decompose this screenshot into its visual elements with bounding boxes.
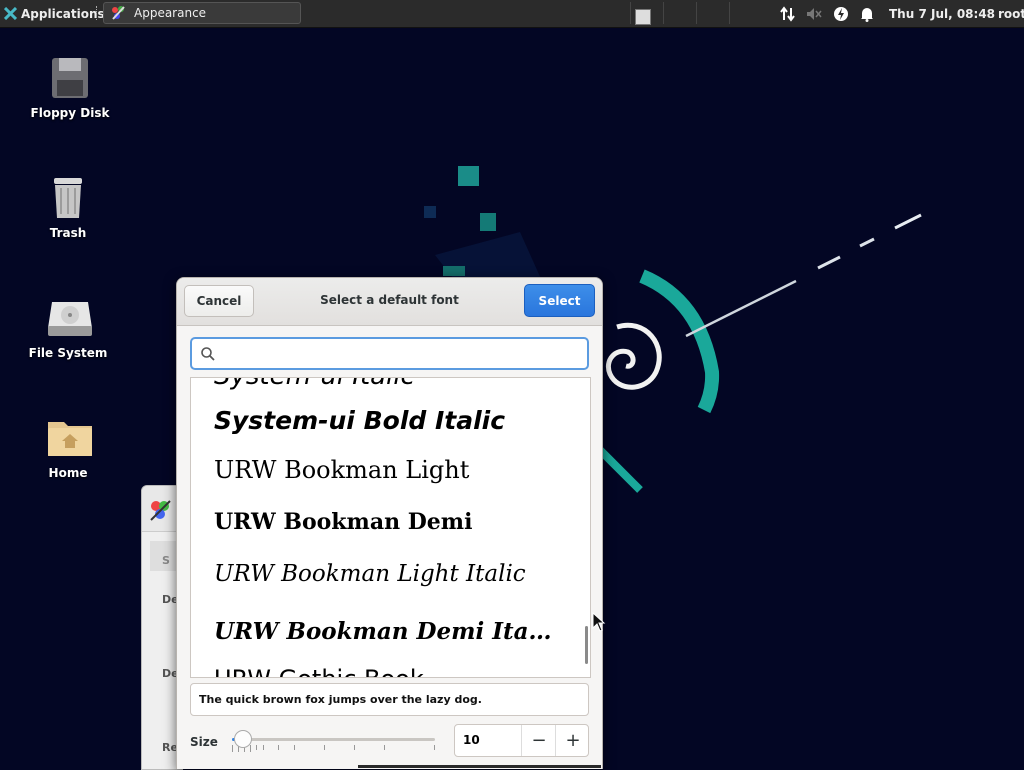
size-slider-track[interactable] bbox=[232, 738, 435, 741]
font-chooser-dialog: Cancel Select a default font Select Syst… bbox=[176, 277, 603, 769]
select-button[interactable]: Select bbox=[524, 284, 595, 317]
workspace-4[interactable] bbox=[729, 2, 762, 24]
workspace-1[interactable] bbox=[630, 2, 663, 25]
notification-bell-icon[interactable] bbox=[857, 0, 877, 27]
font-preview-text[interactable]: The quick brown fox jumps over the lazy … bbox=[190, 683, 589, 716]
appearance-app-icon bbox=[150, 500, 171, 521]
floppy-disk-icon bbox=[48, 56, 92, 100]
desktop-icon-trash[interactable]: Trash bbox=[13, 176, 123, 240]
mouse-pointer-icon bbox=[592, 612, 606, 632]
font-list-item[interactable]: URW Bookman Demi bbox=[214, 509, 472, 535]
font-list[interactable]: System-ui Italic System-ui Bold Italic U… bbox=[190, 377, 591, 678]
panel-separator bbox=[96, 6, 99, 20]
size-slider-ticks bbox=[232, 745, 435, 753]
size-increase-button[interactable]: + bbox=[555, 725, 590, 756]
applications-label: Applications bbox=[21, 6, 105, 21]
desktop-icon-label: Floppy Disk bbox=[30, 106, 110, 120]
desktop-icon-home[interactable]: Home bbox=[13, 416, 123, 480]
size-value[interactable]: 10 bbox=[463, 733, 480, 747]
taskbar-button-appearance[interactable]: Appearance bbox=[103, 2, 301, 24]
font-list-item[interactable]: System-ui Italic bbox=[214, 378, 415, 391]
size-decrease-button[interactable]: − bbox=[521, 725, 556, 756]
taskbar-title: Appearance bbox=[134, 6, 207, 20]
trash-icon bbox=[46, 176, 90, 220]
dialog-header: Cancel Select a default font Select bbox=[177, 278, 602, 326]
xfce-logo-icon bbox=[4, 7, 17, 20]
home-folder-icon bbox=[46, 416, 92, 460]
font-list-item[interactable]: System-ui Bold Italic bbox=[214, 406, 505, 435]
desktop-icon-label: Home bbox=[48, 466, 88, 480]
panel-user[interactable]: root bbox=[998, 0, 1024, 27]
font-search-input[interactable] bbox=[222, 343, 581, 367]
font-search-field[interactable] bbox=[190, 337, 589, 370]
top-panel: Applications Appearance Thu 7 Jul, 08:48… bbox=[0, 0, 1024, 28]
desktop-icon-floppy-disk[interactable]: Floppy Disk bbox=[15, 56, 125, 120]
appearance-app-icon bbox=[112, 6, 125, 20]
panel-clock[interactable]: Thu 7 Jul, 08:48 bbox=[889, 0, 995, 27]
size-slider-knob[interactable] bbox=[234, 730, 252, 748]
desktop-icon-file-system[interactable]: File System bbox=[13, 296, 123, 360]
appearance-tab-label: S bbox=[162, 554, 170, 567]
font-list-item[interactable]: URW Bookman Demi Ita… bbox=[214, 618, 551, 645]
workspace-window-thumbnail bbox=[635, 9, 651, 25]
desktop-icon-label: File System bbox=[28, 346, 108, 360]
font-list-item[interactable]: URW Bookman Light bbox=[214, 456, 469, 484]
desktop-icon-label: Trash bbox=[49, 226, 87, 240]
search-icon bbox=[201, 347, 215, 361]
size-label: Size bbox=[190, 735, 218, 749]
workspace-3[interactable] bbox=[696, 2, 729, 24]
font-list-item[interactable]: URW Gothic Book bbox=[214, 665, 424, 677]
size-spinbutton[interactable]: 10 − + bbox=[454, 724, 589, 757]
network-transfer-icon[interactable] bbox=[778, 0, 798, 27]
volume-muted-icon[interactable] bbox=[804, 0, 824, 27]
power-icon[interactable] bbox=[831, 0, 851, 27]
hard-drive-icon bbox=[46, 296, 92, 340]
workspace-2[interactable] bbox=[663, 2, 696, 24]
font-list-item[interactable]: URW Bookman Light Italic bbox=[214, 561, 526, 587]
font-list-scrollbar[interactable] bbox=[585, 626, 588, 664]
applications-menu[interactable]: Applications bbox=[0, 0, 109, 27]
